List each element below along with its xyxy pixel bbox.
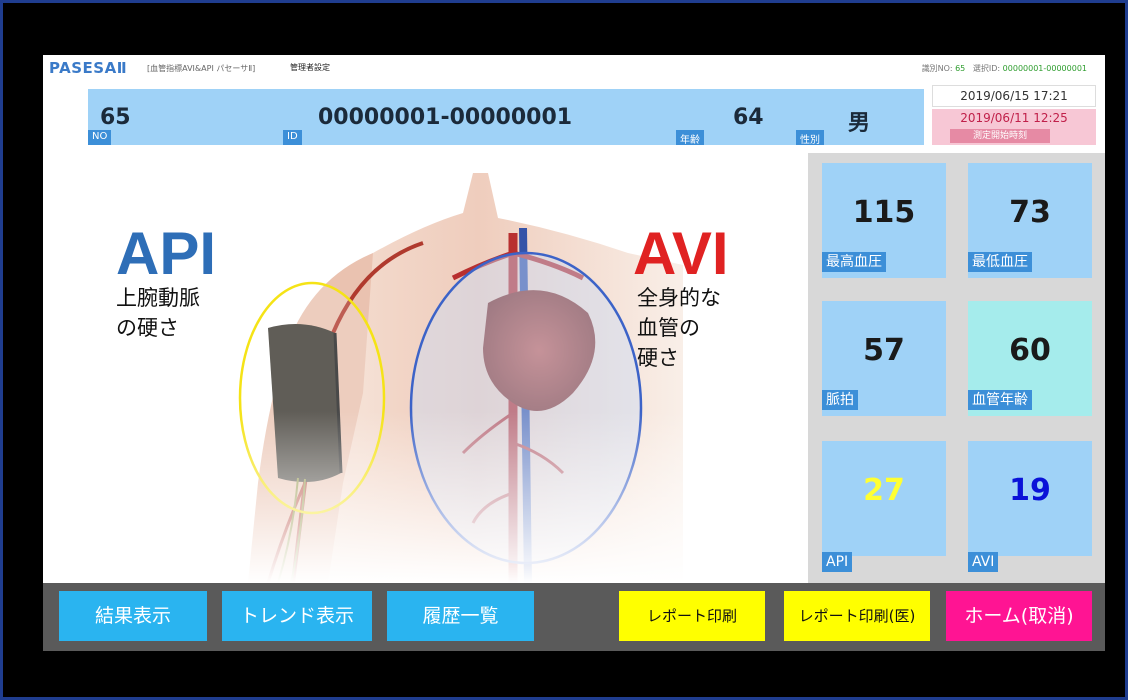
patient-age-label: 年齢	[676, 130, 704, 146]
patient-id-value: 00000001-00000001	[318, 105, 573, 130]
patient-sex-label: 性別	[796, 130, 824, 146]
pulse-value: 57	[863, 333, 905, 368]
measure-start-box: 2019/06/11 12:25 測定開始時刻	[932, 109, 1096, 145]
patient-banner: 65 NO 00000001-00000001 ID 64 年齢 男 性別	[88, 89, 924, 146]
button-bar: 結果表示 トレンド表示 履歴一覧 レポート印刷 レポート印刷(医) ホーム(取消…	[43, 583, 1105, 651]
app-subtitle: [血管指標AVI&API パセーサⅡ]	[147, 64, 256, 73]
metrics-panel: 115 最高血圧 73 最低血圧 57 脈拍 60 血管年齢 27 API 19…	[808, 153, 1105, 583]
anatomy-illustration: API 上腕動脈 の硬さ AVI 全身的な 血管の 硬さ	[43, 153, 808, 583]
diastolic-label: 最低血圧	[968, 252, 1032, 272]
pulse-tile: 57 脈拍	[822, 301, 946, 416]
datetime-box: 2019/06/15 17:21 2019/06/11 12:25 測定開始時刻	[932, 85, 1096, 147]
api-label: API	[822, 552, 853, 572]
vascular-age-value: 60	[1009, 333, 1051, 368]
select-id-value: 00000001-00000001	[1002, 64, 1087, 73]
diastolic-tile: 73 最低血圧	[968, 163, 1092, 278]
avi-title: AVI	[633, 220, 729, 287]
systolic-value: 115	[852, 195, 916, 230]
api-description: 上腕動脈 の硬さ	[116, 283, 200, 343]
id-no-label: 識別NO:	[921, 64, 953, 73]
report-print-button[interactable]: レポート印刷	[619, 591, 765, 641]
title-bar: PASESAⅡ [血管指標AVI&API パセーサⅡ] 管理者設定 識別NO: …	[43, 55, 1105, 83]
vascular-age-tile: 60 血管年齢	[968, 301, 1092, 416]
patient-no-value: 65	[100, 105, 131, 130]
id-no-value: 65	[955, 64, 966, 73]
diastolic-value: 73	[1009, 195, 1051, 230]
avi-desc-line3: 硬さ	[637, 346, 679, 370]
api-tile: 27 API	[822, 441, 946, 572]
avi-desc-line2: 血管の	[637, 316, 700, 340]
home-cancel-button[interactable]: ホーム(取消)	[946, 591, 1092, 641]
patient-id-label: ID	[283, 130, 302, 145]
api-value: 27	[863, 473, 905, 508]
api-desc-line1: 上腕動脈	[116, 286, 200, 310]
avi-tile: 19 AVI	[968, 441, 1092, 572]
app-brand: PASESAⅡ	[49, 59, 128, 77]
select-id-label: 選択ID:	[972, 64, 1001, 73]
id-status: 識別NO: 65 選択ID: 00000001-00000001	[922, 63, 1087, 74]
systolic-tile: 115 最高血圧	[822, 163, 946, 278]
systolic-label: 最高血圧	[822, 252, 886, 272]
admin-settings-link[interactable]: 管理者設定	[290, 62, 330, 73]
measure-start-label: 測定開始時刻	[950, 129, 1050, 143]
avi-label: AVI	[968, 552, 999, 572]
app-window: PASESAⅡ [血管指標AVI&API パセーサⅡ] 管理者設定 識別NO: …	[43, 55, 1105, 651]
report-print-doctor-button[interactable]: レポート印刷(医)	[784, 591, 930, 641]
trend-button[interactable]: トレンド表示	[222, 591, 372, 641]
patient-sex-value: 男	[848, 111, 871, 136]
result-button[interactable]: 結果表示	[59, 591, 207, 641]
current-datetime: 2019/06/15 17:21	[932, 85, 1096, 107]
api-title: API	[116, 220, 217, 287]
pulse-label: 脈拍	[822, 390, 858, 410]
avi-value: 19	[1009, 473, 1051, 508]
patient-no-label: NO	[88, 130, 112, 145]
screen-frame: PASESAⅡ [血管指標AVI&API パセーサⅡ] 管理者設定 識別NO: …	[0, 0, 1128, 700]
avi-description: 全身的な 血管の 硬さ	[637, 283, 721, 373]
patient-age-value: 64	[733, 105, 764, 130]
measure-start-datetime: 2019/06/11 12:25	[960, 111, 1068, 125]
history-button[interactable]: 履歴一覧	[387, 591, 534, 641]
vascular-age-label: 血管年齢	[968, 390, 1032, 410]
avi-desc-line1: 全身的な	[637, 286, 721, 310]
api-desc-line2: の硬さ	[116, 316, 179, 340]
